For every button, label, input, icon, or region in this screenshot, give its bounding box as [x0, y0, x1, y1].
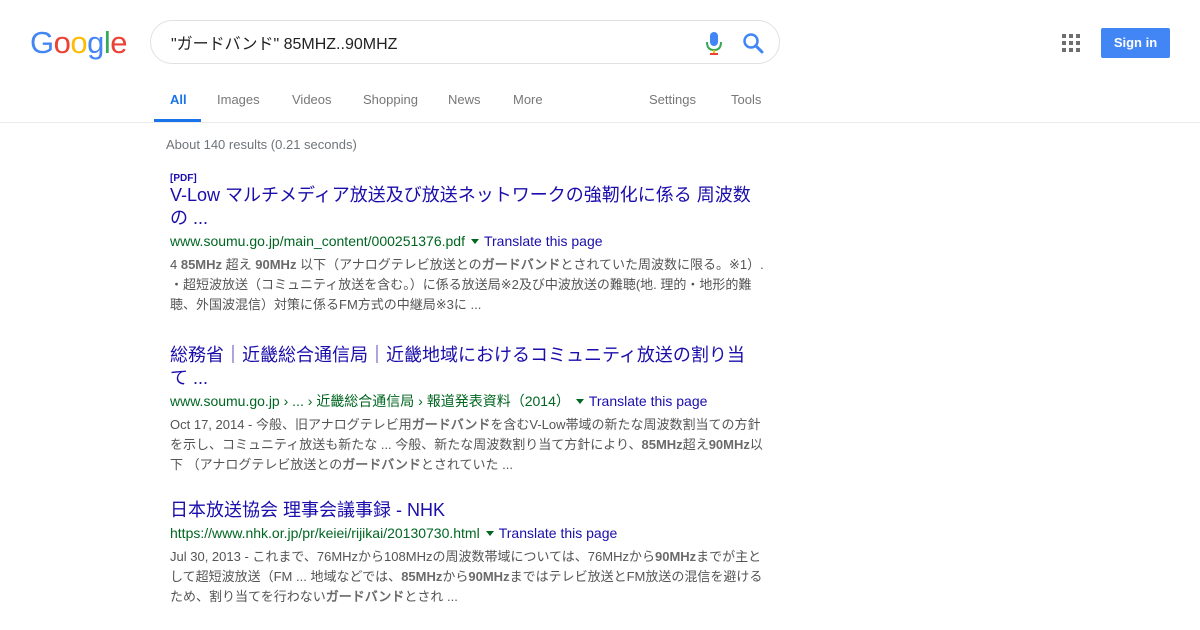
snippet-text: とされ ... [404, 589, 458, 604]
logo-letter: G [30, 25, 54, 60]
result-title-link[interactable]: V-Low マルチメディア放送及び放送ネットワークの強靭化に係る 周波数 の .… [170, 184, 770, 230]
snippet-text: Oct 17, 2014 - 今般、旧アナログテレビ用 [170, 417, 412, 432]
snippet-text: 4 [170, 257, 181, 272]
pdf-badge: [PDF] [170, 173, 197, 184]
apps-grid-icon[interactable] [1062, 34, 1080, 52]
tab-images[interactable]: Images [217, 92, 260, 107]
snippet-highlight: 85MHz [641, 437, 683, 452]
translate-link[interactable]: Translate this page [484, 233, 603, 249]
snippet-highlight: ガードバンド [325, 589, 405, 604]
search-box [150, 20, 780, 64]
result-snippet: Oct 17, 2014 - 今般、旧アナログテレビ用ガードバンドを含むV-Lo… [170, 415, 765, 475]
snippet-highlight: 85MHz [401, 569, 443, 584]
snippet-text: 超え [682, 437, 709, 452]
snippet-highlight: 90MHz [654, 549, 697, 564]
snippet-text: から [442, 569, 469, 584]
snippet-text: Jul 30, 2013 - これまで、76MHzから108MHzの周波数帯域に… [170, 549, 655, 564]
snippet-text: 以下（アナログテレビ放送との [296, 257, 482, 272]
search-input[interactable] [171, 29, 691, 55]
result-title-line: 総務省｜近畿総合通信局｜近畿地域におけるコミュニティ放送の割り当 [170, 345, 745, 365]
tab-videos[interactable]: Videos [292, 92, 332, 107]
microphone-icon[interactable] [703, 31, 725, 55]
result-title-link[interactable]: 日本放送協会 理事会議事録 - NHK [170, 499, 770, 522]
snippet-highlight: 90MHz [468, 569, 510, 584]
dropdown-caret-icon[interactable] [470, 238, 479, 244]
logo-letter: o [70, 25, 88, 60]
result-url[interactable]: https://www.nhk.or.jp/pr/keiei/rijikai/2… [170, 525, 480, 541]
search-icon[interactable] [741, 31, 765, 55]
result-url[interactable]: www.soumu.go.jp/main_content/000251376.p… [170, 233, 465, 249]
logo-letter: e [110, 25, 128, 60]
result-title-line: て ... [170, 368, 209, 388]
snippet-text: とされていた ... [420, 457, 513, 472]
tab-all[interactable]: All [170, 92, 187, 107]
logo-letter: o [53, 25, 71, 60]
result-url[interactable]: www.soumu.go.jp › ... › 近畿総合通信局 › 報道発表資料… [170, 393, 570, 409]
sign-in-button[interactable]: Sign in [1101, 28, 1170, 58]
search-result: 日本放送協会 理事会議事録 - NHK https://www.nhk.or.j… [170, 499, 770, 607]
dropdown-caret-icon[interactable] [485, 530, 494, 536]
search-tabs: All Images Videos Shopping News More Set… [0, 84, 1200, 123]
result-title-link[interactable]: 総務省｜近畿総合通信局｜近畿地域におけるコミュニティ放送の割り当 て ... [170, 344, 770, 390]
result-title-line: の ... [170, 208, 209, 228]
google-logo[interactable]: Google [30, 25, 128, 61]
result-stats: About 140 results (0.21 seconds) [166, 137, 357, 152]
search-result: 総務省｜近畿総合通信局｜近畿地域におけるコミュニティ放送の割り当 て ... w… [170, 344, 770, 475]
dropdown-caret-icon[interactable] [575, 398, 584, 404]
snippet-highlight: ガードバンド [481, 257, 561, 272]
result-title-line: V-Low マルチメディア放送及び放送ネットワークの強靭化に係る 周波数 [170, 185, 751, 205]
snippet-text: 超え [222, 257, 256, 272]
translate-link[interactable]: Translate this page [499, 525, 618, 541]
search-result: [PDF] V-Low マルチメディア放送及び放送ネットワークの強靭化に係る 周… [170, 173, 770, 315]
result-snippet: 4 85MHz 超え 90MHz 以下（アナログテレビ放送とのガードバンドとされ… [170, 255, 765, 315]
tab-shopping[interactable]: Shopping [363, 92, 418, 107]
logo-letter: g [87, 25, 104, 60]
snippet-highlight: 85MHz [180, 257, 223, 272]
tab-settings[interactable]: Settings [649, 92, 696, 107]
tab-more[interactable]: More [513, 92, 543, 107]
tab-news[interactable]: News [448, 92, 481, 107]
translate-link[interactable]: Translate this page [589, 393, 708, 409]
tab-tools[interactable]: Tools [731, 92, 761, 107]
active-tab-indicator [154, 119, 201, 122]
snippet-highlight: ガードバンド [411, 417, 491, 432]
snippet-highlight: 90MHz [708, 437, 750, 452]
result-snippet: Jul 30, 2013 - これまで、76MHzから108MHzの周波数帯域に… [170, 547, 765, 607]
snippet-highlight: ガードバンド [342, 457, 421, 472]
snippet-highlight: 90MHz [255, 257, 297, 272]
